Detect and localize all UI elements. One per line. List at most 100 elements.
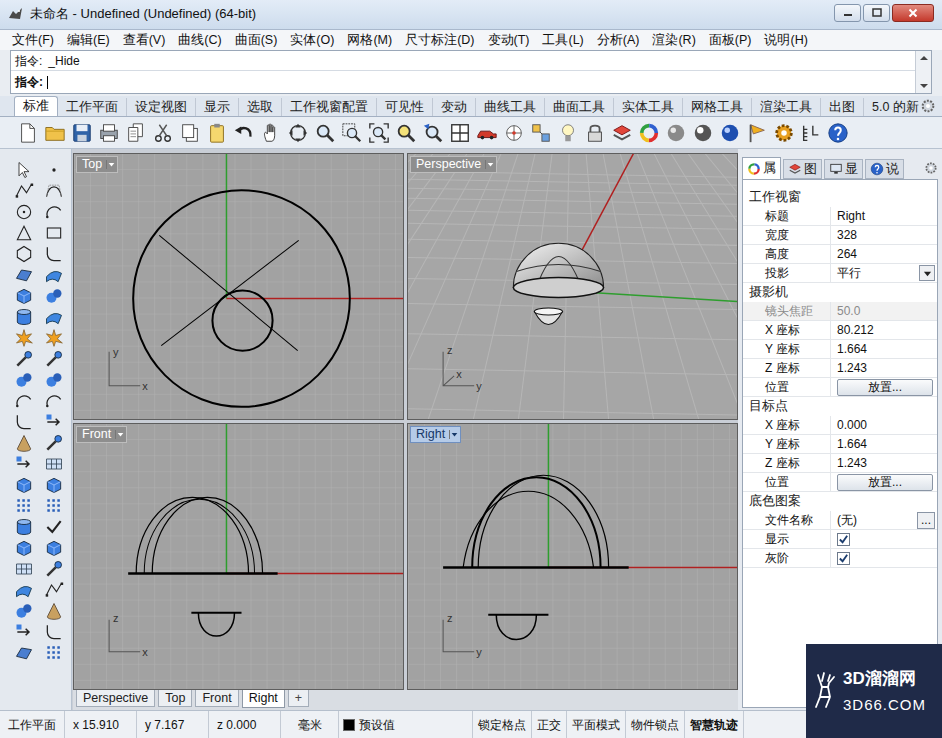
- viewport[interactable]: zxFront: [73, 423, 404, 690]
- toolbar-button[interactable]: [97, 121, 121, 145]
- toolbar-button[interactable]: [259, 121, 283, 145]
- tool-button[interactable]: [12, 411, 36, 432]
- toolbar-button[interactable]: [637, 121, 661, 145]
- tool-button[interactable]: [42, 432, 66, 453]
- panel-tab[interactable]: 说: [865, 159, 904, 179]
- place-button[interactable]: 放置...: [837, 379, 933, 396]
- property-value[interactable]: 0.000: [831, 416, 937, 434]
- tool-button[interactable]: [12, 159, 36, 180]
- toolbar-tab[interactable]: 渲染工具: [752, 98, 821, 116]
- tool-button[interactable]: [12, 432, 36, 453]
- command-prompt[interactable]: 指令:: [11, 71, 915, 93]
- tool-button[interactable]: [42, 558, 66, 579]
- close-button[interactable]: [892, 4, 934, 22]
- menu-item[interactable]: 面板(P): [709, 30, 752, 50]
- status-toggle[interactable]: 智慧轨迹: [685, 711, 744, 738]
- toolbar-tab[interactable]: 工作视窗配置: [282, 98, 377, 116]
- toolbar-tab[interactable]: 工作平面: [58, 98, 127, 116]
- checkbox[interactable]: [837, 552, 850, 565]
- tool-button[interactable]: [42, 180, 66, 201]
- property-value[interactable]: [831, 549, 937, 567]
- panel-tab[interactable]: 属: [742, 157, 781, 179]
- toolbar-button[interactable]: [772, 121, 796, 145]
- menu-item[interactable]: 网格(M): [347, 30, 392, 50]
- toolbar-button[interactable]: [205, 121, 229, 145]
- viewport[interactable]: zyxPerspective: [407, 153, 738, 420]
- viewport-title[interactable]: Front: [76, 426, 127, 443]
- toolbar-button[interactable]: [475, 121, 499, 145]
- toolbar-tab[interactable]: 选取: [239, 98, 282, 116]
- tool-button[interactable]: [12, 579, 36, 600]
- toolbar-button[interactable]: [718, 121, 742, 145]
- command-scrollbar[interactable]: [915, 51, 931, 93]
- property-value[interactable]: 放置...: [831, 473, 937, 491]
- toolbar-tab[interactable]: 显示: [196, 98, 239, 116]
- toolbar-button[interactable]: [313, 121, 337, 145]
- tool-button[interactable]: [12, 306, 36, 327]
- tool-button[interactable]: [12, 327, 36, 348]
- tool-button[interactable]: [42, 327, 66, 348]
- menu-item[interactable]: 变动(T): [488, 30, 530, 50]
- property-value[interactable]: 1.664: [831, 435, 937, 453]
- toolbar-button[interactable]: [529, 121, 553, 145]
- tool-button[interactable]: [42, 159, 66, 180]
- tool-button[interactable]: [12, 201, 36, 222]
- viewport-tab[interactable]: Front: [195, 690, 238, 707]
- tool-button[interactable]: [12, 264, 36, 285]
- toolbar-button[interactable]: [367, 121, 391, 145]
- property-value[interactable]: 平行: [831, 264, 937, 282]
- property-value[interactable]: (无)...: [831, 511, 937, 529]
- tool-button[interactable]: [12, 369, 36, 390]
- panel-settings[interactable]: [924, 161, 938, 175]
- viewport[interactable]: zyRight: [407, 423, 738, 690]
- toolbar-tab[interactable]: 变动: [433, 98, 476, 116]
- status-toggle[interactable]: 锁定格点: [473, 711, 532, 738]
- toolbar-tab[interactable]: 曲面工具: [545, 98, 614, 116]
- tool-button[interactable]: [42, 306, 66, 327]
- toolbar-button[interactable]: [124, 121, 148, 145]
- tool-button[interactable]: [42, 369, 66, 390]
- tool-button[interactable]: [42, 495, 66, 516]
- viewport-title[interactable]: Top: [76, 156, 118, 173]
- menu-item[interactable]: 分析(A): [597, 30, 640, 50]
- tool-button[interactable]: [12, 516, 36, 537]
- menu-item[interactable]: 尺寸标注(D): [405, 30, 474, 50]
- property-value[interactable]: [831, 530, 937, 548]
- toolbar-button[interactable]: [43, 121, 67, 145]
- toolbar-button[interactable]: [232, 121, 256, 145]
- viewport-tab[interactable]: Top: [158, 690, 192, 707]
- property-value[interactable]: 328: [831, 226, 937, 244]
- tool-button[interactable]: [42, 243, 66, 264]
- toolbar-tab[interactable]: 标准: [14, 96, 58, 116]
- tool-button[interactable]: [42, 264, 66, 285]
- tool-button[interactable]: [12, 474, 36, 495]
- toolbar-button[interactable]: [178, 121, 202, 145]
- property-value[interactable]: 80.212: [831, 321, 937, 339]
- panel-tab[interactable]: 显: [824, 159, 863, 179]
- property-value[interactable]: 264: [831, 245, 937, 263]
- tool-button[interactable]: [12, 348, 36, 369]
- toolbar-tab[interactable]: 可见性: [377, 98, 433, 116]
- add-viewport-tab[interactable]: +: [288, 690, 309, 707]
- toolbar-tab[interactable]: 网格工具: [683, 98, 752, 116]
- tool-button[interactable]: [12, 642, 36, 663]
- browse-button[interactable]: ...: [917, 512, 935, 529]
- toolbar-button[interactable]: [556, 121, 580, 145]
- tool-button[interactable]: [42, 453, 66, 474]
- status-toggle[interactable]: 物件锁点: [626, 711, 685, 738]
- viewport-title[interactable]: Perspective: [410, 156, 497, 173]
- menu-item[interactable]: 说明(H): [764, 30, 807, 50]
- toolbar-button[interactable]: [394, 121, 418, 145]
- tool-button[interactable]: [42, 516, 66, 537]
- toolbar-button[interactable]: [610, 121, 634, 145]
- property-value[interactable]: 放置...: [831, 378, 937, 396]
- tool-button[interactable]: [12, 495, 36, 516]
- tool-button[interactable]: [42, 579, 66, 600]
- minimize-button[interactable]: [834, 4, 861, 22]
- property-value[interactable]: Right: [831, 207, 937, 225]
- panel-tab[interactable]: 图: [783, 159, 822, 179]
- toolbar-button[interactable]: [664, 121, 688, 145]
- tool-button[interactable]: [12, 558, 36, 579]
- place-button[interactable]: 放置...: [837, 474, 933, 491]
- toolbar-button[interactable]: [286, 121, 310, 145]
